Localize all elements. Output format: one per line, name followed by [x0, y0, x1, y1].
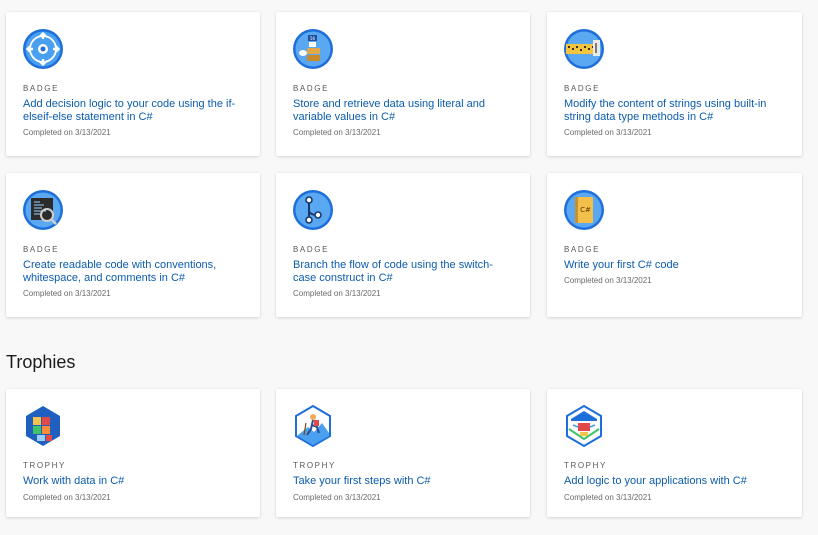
badge-title-link[interactable]: Store and retrieve data using literal an… [293, 98, 512, 124]
badge-title-link[interactable]: Create readable code with conventions, w… [23, 259, 242, 285]
badge-kind-label: BADGE [564, 84, 601, 93]
completion-date: Completed on 3/13/2021 [23, 493, 111, 502]
trophy-kind-label: TROPHY [23, 461, 66, 470]
trophy-card[interactable]: TROPHY Add logic to your applications wi… [547, 389, 802, 517]
csharp-book-icon: C# [564, 190, 604, 230]
completion-date: Completed on 3/13/2021 [23, 128, 111, 137]
trophy-kind-label: TROPHY [293, 461, 336, 470]
completion-date: Completed on 3/13/2021 [564, 493, 652, 502]
completion-date: Completed on 3/13/2021 [293, 128, 381, 137]
completion-date: Completed on 3/13/2021 [564, 128, 652, 137]
readable-code-icon [23, 190, 63, 230]
string-methods-icon [564, 29, 604, 69]
badge-title-link[interactable]: Branch the flow of code using the switch… [293, 259, 512, 285]
badge-card[interactable]: 56 BADGE Store and retrieve data using l… [276, 12, 530, 156]
badge-kind-label: BADGE [564, 245, 601, 254]
badge-kind-label: BADGE [23, 84, 60, 93]
badge-card[interactable]: BADGE Create readable code with conventi… [6, 173, 260, 317]
trophy-title-link[interactable]: Add logic to your applications with C# [564, 475, 784, 488]
badge-title-link[interactable]: Write your first C# code [564, 259, 784, 272]
badge-kind-label: BADGE [293, 84, 330, 93]
trophies-heading: Trophies [6, 352, 76, 372]
logic-trophy-icon [566, 405, 602, 447]
trophy-card[interactable]: TROPHY Work with data in C# Completed on… [6, 389, 260, 517]
hiker-trophy-icon [295, 405, 331, 447]
completion-date: Completed on 3/13/2021 [293, 493, 381, 502]
badge-kind-label: BADGE [293, 245, 330, 254]
badge-card[interactable]: BADGE Add decision logic to your code us… [6, 12, 260, 156]
svg-text:56: 56 [310, 36, 316, 41]
badge-title-link[interactable]: Modify the content of strings using buil… [564, 98, 784, 124]
badge-card[interactable]: BADGE Modify the content of strings usin… [547, 12, 802, 156]
branch-flow-icon [293, 190, 333, 230]
data-storage-icon: 56 [293, 29, 333, 69]
decision-logic-icon [23, 29, 63, 69]
svg-text:C#: C# [580, 206, 591, 214]
trophy-title-link[interactable]: Take your first steps with C# [293, 475, 512, 488]
completion-date: Completed on 3/13/2021 [23, 289, 111, 298]
trophy-card[interactable]: TROPHY Take your first steps with C# Com… [276, 389, 530, 517]
badge-card[interactable]: C# BADGE Write your first C# code Comple… [547, 173, 802, 317]
completion-date: Completed on 3/13/2021 [293, 289, 381, 298]
completion-date: Completed on 3/13/2021 [564, 276, 652, 285]
trophy-kind-label: TROPHY [564, 461, 607, 470]
badge-kind-label: BADGE [23, 245, 60, 254]
badge-card[interactable]: BADGE Branch the flow of code using the … [276, 173, 530, 317]
trophy-title-link[interactable]: Work with data in C# [23, 475, 242, 488]
badge-title-link[interactable]: Add decision logic to your code using th… [23, 98, 242, 124]
data-blocks-trophy-icon [26, 406, 60, 446]
